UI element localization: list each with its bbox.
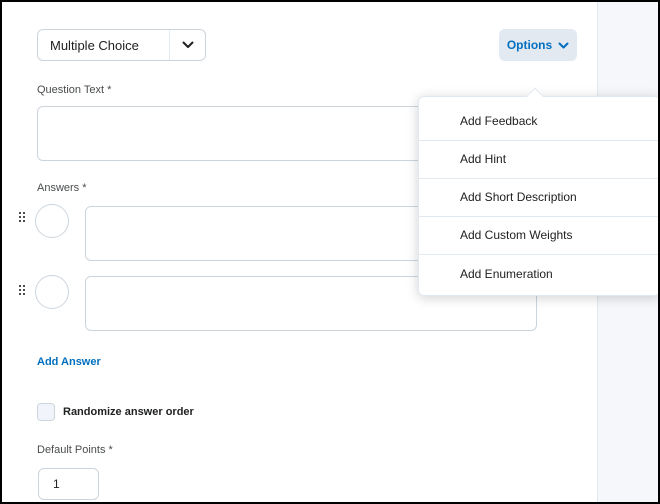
options-button-label: Options xyxy=(506,38,553,52)
default-points-input[interactable]: 1 xyxy=(38,468,99,500)
chevron-down-icon xyxy=(169,30,205,60)
options-menu: Add Feedback Add Hint Add Short Descript… xyxy=(418,96,660,296)
drag-handle-icon[interactable] xyxy=(19,212,25,224)
randomize-checkbox[interactable] xyxy=(37,403,55,421)
add-answer-link[interactable]: Add Answer xyxy=(37,356,101,368)
answer-correct-radio[interactable] xyxy=(35,204,69,238)
chevron-down-icon xyxy=(558,42,569,48)
menu-item-add-short-description[interactable]: Add Short Description xyxy=(419,178,660,217)
menu-item-add-enumeration[interactable]: Add Enumeration xyxy=(419,254,660,293)
answer-correct-radio[interactable] xyxy=(35,275,69,309)
menu-item-add-custom-weights[interactable]: Add Custom Weights xyxy=(419,216,660,255)
default-points-label: Default Points * xyxy=(37,444,113,456)
question-text-label: Question Text * xyxy=(37,84,112,96)
options-button[interactable]: Options xyxy=(499,29,577,61)
question-type-value: Multiple Choice xyxy=(50,37,139,53)
question-type-select[interactable]: Multiple Choice xyxy=(37,29,206,61)
menu-item-add-feedback[interactable]: Add Feedback xyxy=(419,102,660,141)
drag-handle-icon[interactable] xyxy=(19,285,25,297)
default-points-value: 1 xyxy=(53,477,60,491)
answers-label: Answers * xyxy=(37,182,87,194)
menu-item-add-hint[interactable]: Add Hint xyxy=(419,140,660,179)
randomize-label[interactable]: Randomize answer order xyxy=(63,406,194,418)
